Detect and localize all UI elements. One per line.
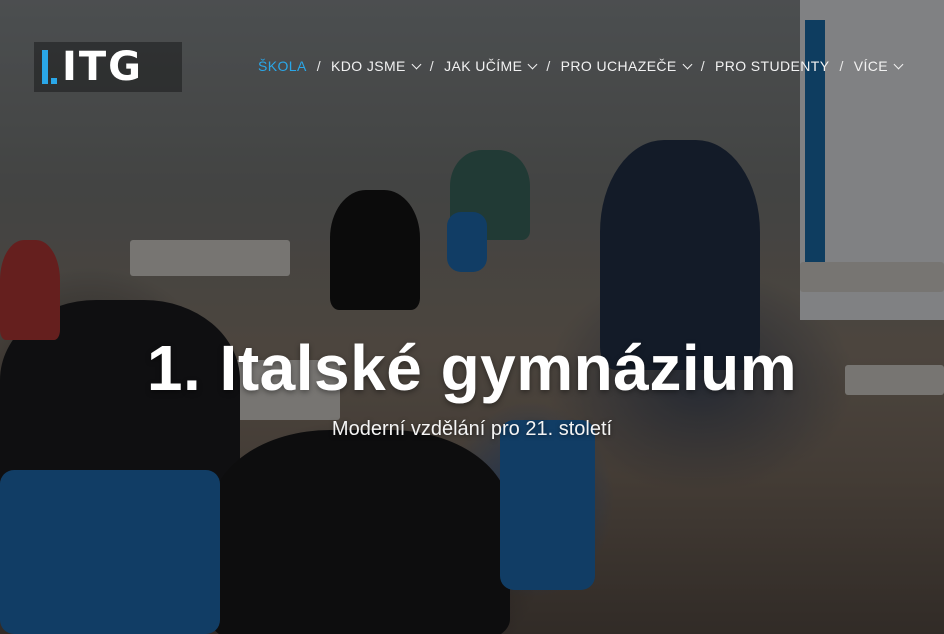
logo-bar-shape: [42, 50, 48, 84]
nav-separator: /: [316, 58, 321, 74]
chevron-down-icon: [682, 59, 693, 69]
nav-item-kdo-jsme[interactable]: KDO JSME: [331, 58, 422, 74]
nav-label: PRO STUDENTY: [714, 58, 830, 74]
nav-label: PRO UCHAZEČE: [560, 58, 677, 74]
nav-item-vice[interactable]: VÍCE: [853, 58, 904, 74]
nav-separator: /: [546, 58, 551, 74]
nav-item-skola[interactable]: ŠKOLA: [258, 58, 307, 74]
nav-separator: /: [429, 58, 435, 74]
nav-item-pro-uchazece[interactable]: PRO UCHAZEČE: [560, 58, 693, 74]
nav-label: VÍCE: [853, 58, 889, 74]
logo-mark: ITG: [42, 44, 143, 90]
nav-label: JAK UČÍME: [444, 58, 523, 74]
chevron-down-icon: [411, 59, 422, 69]
nav-separator: /: [839, 58, 844, 74]
site-logo[interactable]: ITG: [34, 42, 182, 92]
hero-section: ITG ŠKOLA / KDO JSME / JAK UČÍME / PRO U…: [0, 0, 944, 634]
nav-label: ŠKOLA: [258, 58, 307, 74]
chevron-down-icon: [527, 59, 538, 69]
nav-separator: /: [700, 58, 705, 74]
main-navigation: ŠKOLA / KDO JSME / JAK UČÍME / PRO UCHAZ…: [258, 58, 904, 74]
nav-label: KDO JSME: [331, 58, 406, 74]
logo-text: ITG: [62, 44, 143, 90]
hero-title: 1. Italské gymnázium: [146, 331, 798, 404]
nav-item-jak-ucime[interactable]: JAK UČÍME: [444, 58, 538, 74]
logo-dot-shape: [51, 78, 57, 84]
hero-subtitle: Moderní vzdělání pro 21. století: [331, 418, 613, 440]
nav-item-pro-studenty[interactable]: PRO STUDENTY: [715, 58, 829, 74]
dark-overlay: [0, 0, 944, 634]
chevron-down-icon: [893, 59, 904, 69]
